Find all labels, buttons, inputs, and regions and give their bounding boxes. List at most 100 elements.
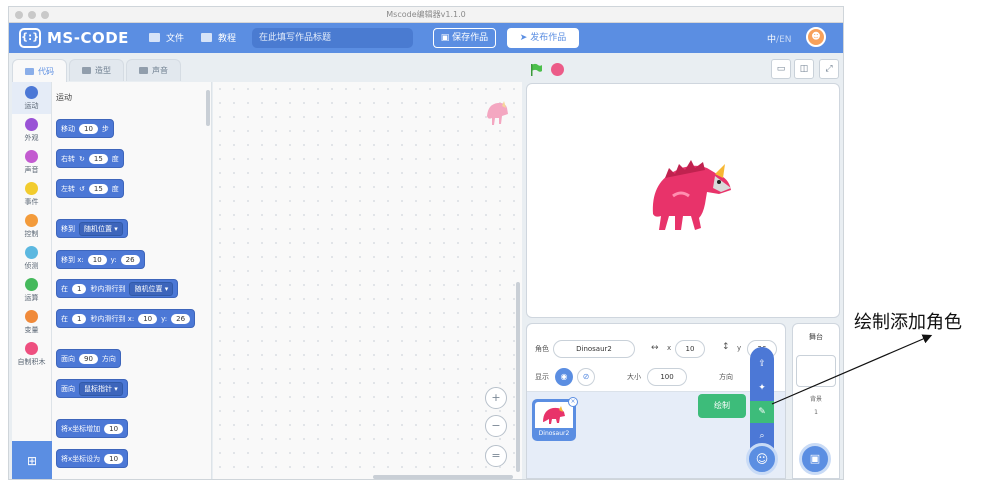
fullscreen-button[interactable]: ⤢ [819, 59, 839, 79]
block-input[interactable]: 1 [72, 283, 87, 294]
block-set-x[interactable]: 将x坐标设为 10 [56, 449, 129, 468]
category-motion-dot [25, 85, 38, 99]
publish-button[interactable]: ➤ 发布作品 [507, 28, 579, 48]
block-text: 步 [101, 124, 109, 133]
block-dropdown[interactable]: 随机位置 ▾ [79, 221, 123, 236]
block-turn-left[interactable]: 左转 ↺ 15 度 [56, 179, 124, 198]
script-vertical-scrollbar[interactable] [516, 282, 520, 472]
zoom-in-button[interactable]: + [485, 387, 507, 409]
block-dropdown[interactable]: 随机位置 ▾ [129, 281, 174, 296]
tab-costumes[interactable]: 造型 [69, 59, 124, 81]
block-input[interactable]: 10 [79, 123, 98, 134]
block-input[interactable]: 15 [88, 153, 108, 164]
y-label: y [737, 344, 742, 352]
save-button[interactable]: ▣ 保存作品 [433, 28, 496, 48]
block-turn-right[interactable]: 右转 ↻ 15 度 [56, 149, 124, 168]
show-visible-eye-icon[interactable]: ◉ [555, 368, 573, 386]
add-sprite-button[interactable]: ☺ [746, 443, 778, 475]
category-my-blocks[interactable]: 自制积木 [12, 338, 51, 370]
block-input[interactable]: 26 [171, 313, 191, 324]
category-label: 声音 [24, 165, 39, 174]
project-title-input[interactable]: 在此填写作品标题 [252, 28, 413, 48]
block-move[interactable]: 移动 10 步 [56, 119, 114, 138]
category-motion[interactable]: 运动 [12, 82, 51, 114]
lang-en[interactable]: EN [779, 35, 791, 45]
block-point-direction[interactable]: 面向 90 方向 [56, 349, 121, 368]
category-label: 变量 [24, 325, 39, 334]
category-looks-dot [25, 117, 38, 131]
block-glide-xy[interactable]: 在 1 秒内滑行到 x: 10 y: 26 [56, 309, 196, 328]
block-glide[interactable]: 在 1 秒内滑行到 随机位置 ▾ [56, 279, 179, 298]
block-dropdown[interactable]: 鼠标指针 ▾ [79, 381, 123, 396]
category-events-dot [25, 181, 38, 195]
stage-canvas[interactable] [526, 83, 840, 318]
x-label: x [667, 344, 672, 352]
tab-sounds[interactable]: 声音 [126, 59, 181, 81]
zoom-out-button[interactable]: − [485, 415, 507, 437]
stop-icon[interactable] [551, 63, 564, 76]
tab-code[interactable]: 代码 [12, 59, 67, 82]
green-flag-icon[interactable] [529, 63, 543, 77]
script-horizontal-scrollbar[interactable] [373, 475, 513, 479]
block-text: 移到 [61, 224, 75, 233]
category-sensing[interactable]: 侦测 [12, 242, 51, 274]
block-input[interactable]: 10 [138, 313, 158, 324]
dinosaur-thumbnail-icon [543, 406, 565, 424]
size-input[interactable]: 100 [647, 368, 687, 386]
block-input[interactable]: 10 [87, 254, 107, 265]
language-switch[interactable]: 中/EN [767, 32, 791, 45]
sprite-name-input[interactable]: Dinosaur2 [553, 340, 635, 358]
script-area[interactable]: + − = [213, 82, 522, 479]
block-input[interactable]: 26 [120, 254, 140, 265]
upload-sprite-icon[interactable]: ⇪ [750, 353, 774, 375]
sprite-list-item[interactable]: Dinosaur2 × [532, 397, 578, 441]
block-text: 将x坐标增加 [61, 424, 101, 433]
block-input[interactable]: 1 [72, 313, 87, 324]
block-input[interactable]: 10 [104, 453, 124, 464]
editor-tabs: 代码 造型 声音 [12, 59, 181, 82]
add-backdrop-button[interactable]: ▣ [799, 443, 831, 475]
block-text: 面向 [61, 354, 75, 363]
block-text: 面向 [61, 384, 75, 393]
title-bar: Mscode编辑器v1.1.0 [9, 7, 843, 23]
tutorial-menu[interactable]: 教程 [201, 31, 236, 44]
brush-icon [82, 67, 91, 74]
block-goto-xy[interactable]: 移到 x: 10 y: 26 [56, 250, 145, 269]
block-input[interactable]: 15 [88, 183, 108, 194]
block-input[interactable]: 90 [79, 353, 98, 364]
category-variables-dot [25, 309, 38, 323]
folder-icon [149, 33, 160, 42]
sprite-thumbnail [535, 402, 573, 428]
hide-eye-icon[interactable]: ⊘ [577, 368, 595, 386]
dinosaur-sprite[interactable] [645, 144, 735, 234]
avatar[interactable]: ☻ [806, 27, 826, 47]
block-point-towards[interactable]: 面向 鼠标指针 ▾ [56, 379, 128, 398]
logo-icon: {:} [19, 28, 41, 48]
palette-scrollbar[interactable] [206, 90, 210, 126]
normal-stage-button[interactable]: ◫ [794, 59, 814, 79]
category-sound[interactable]: 声音 [12, 146, 51, 178]
category-control[interactable]: 控制 [12, 210, 51, 242]
add-extension-button[interactable]: ⊞ [12, 441, 52, 479]
category-events[interactable]: 事件 [12, 178, 51, 210]
surprise-sprite-icon[interactable]: ✦ [750, 377, 774, 399]
app-window: Mscode编辑器v1.1.0 {:} MS-CODE 文件 教程 在此填写作品… [8, 6, 844, 480]
small-stage-button[interactable]: ▭ [771, 59, 791, 79]
sprite-name-label: 角色 [535, 345, 549, 353]
paint-sprite-icon[interactable]: ✎ [750, 401, 774, 423]
category-looks[interactable]: 外观 [12, 114, 51, 146]
category-variables[interactable]: 变量 [12, 306, 51, 338]
delete-sprite-icon[interactable]: × [568, 397, 578, 407]
block-change-x[interactable]: 将x坐标增加 10 [56, 419, 129, 438]
category-operators[interactable]: 运算 [12, 274, 51, 306]
lang-zh[interactable]: 中 [767, 35, 776, 45]
file-menu[interactable]: 文件 [149, 31, 184, 44]
x-input[interactable]: 10 [675, 340, 705, 358]
file-menu-label: 文件 [166, 34, 185, 44]
stage-panel-title: 舞台 [809, 333, 823, 341]
category-label: 自制积木 [17, 357, 46, 366]
zoom-reset-button[interactable]: = [485, 445, 507, 467]
block-goto[interactable]: 移到 随机位置 ▾ [56, 219, 128, 238]
logo: {:} MS-CODE [19, 28, 129, 48]
block-input[interactable]: 10 [104, 423, 124, 434]
